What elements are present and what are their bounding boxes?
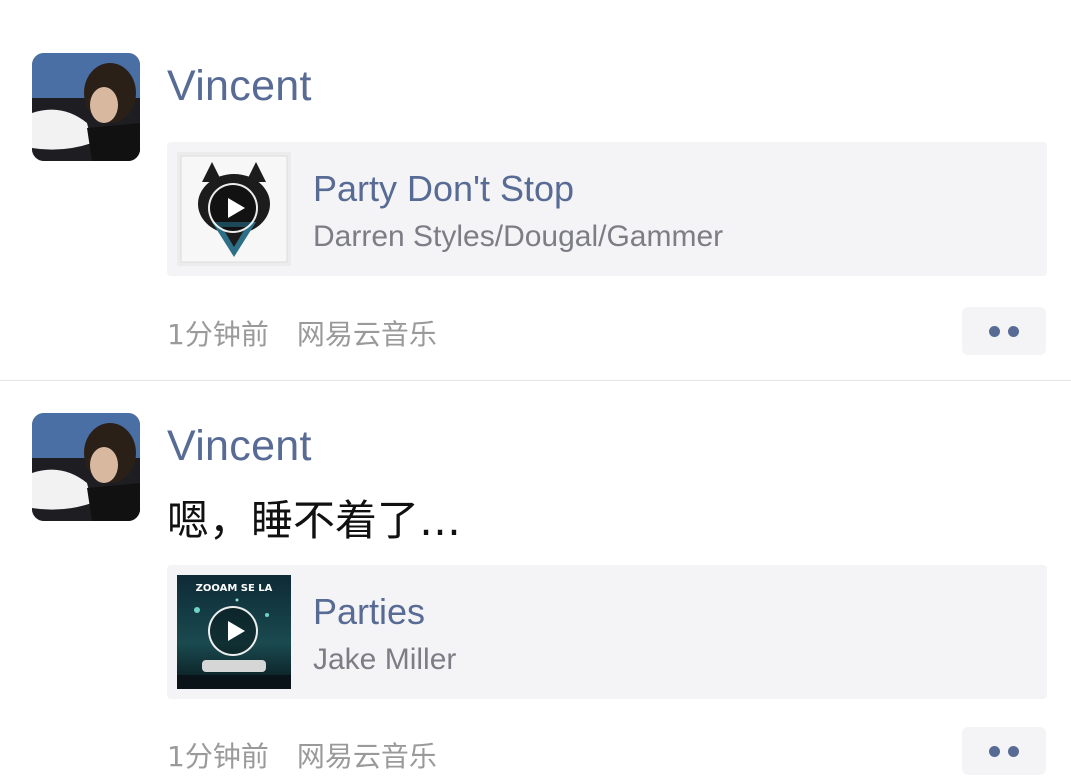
more-dots-icon — [1008, 746, 1019, 757]
music-card[interactable]: Party Don't Stop Darren Styles/Dougal/Ga… — [167, 142, 1047, 276]
post-time: 1分钟前 — [167, 740, 269, 773]
more-dots-icon — [989, 746, 1000, 757]
play-icon[interactable] — [208, 183, 258, 233]
more-dots-icon — [989, 326, 1000, 337]
play-icon[interactable] — [208, 606, 258, 656]
album-cover[interactable]: ZOOAM SE LA — [177, 575, 291, 689]
post-meta: 1分钟前 网易云音乐 — [167, 313, 437, 353]
song-title: Parties — [313, 591, 426, 632]
author-name[interactable]: Vincent — [167, 62, 312, 111]
avatar-photo — [32, 413, 140, 521]
more-dots-icon — [1008, 326, 1019, 337]
moment-post: Vincent Party Don't Stop Darren Styles/D… — [0, 0, 1071, 380]
post-source[interactable]: 网易云音乐 — [297, 740, 437, 773]
album-cover-text: ZOOAM SE LA — [196, 583, 273, 594]
moment-post: Vincent 嗯，睡不着了… ZOOAM SE LA Parties Jake… — [0, 381, 1071, 783]
song-artist: Jake Miller — [313, 643, 457, 676]
album-cover[interactable] — [177, 152, 291, 266]
more-button[interactable] — [962, 307, 1046, 355]
avatar[interactable] — [32, 413, 140, 521]
avatar[interactable] — [32, 53, 140, 161]
post-source[interactable]: 网易云音乐 — [297, 318, 437, 351]
post-time: 1分钟前 — [167, 318, 269, 351]
music-card[interactable]: ZOOAM SE LA Parties Jake Miller — [167, 565, 1047, 699]
post-meta: 1分钟前 网易云音乐 — [167, 735, 437, 775]
song-title: Party Don't Stop — [313, 168, 574, 209]
post-text: 嗯，睡不着了… — [167, 496, 462, 545]
author-name[interactable]: Vincent — [167, 422, 312, 471]
song-artist: Darren Styles/Dougal/Gammer — [313, 220, 724, 253]
more-button[interactable] — [962, 727, 1046, 775]
avatar-photo — [32, 53, 140, 161]
